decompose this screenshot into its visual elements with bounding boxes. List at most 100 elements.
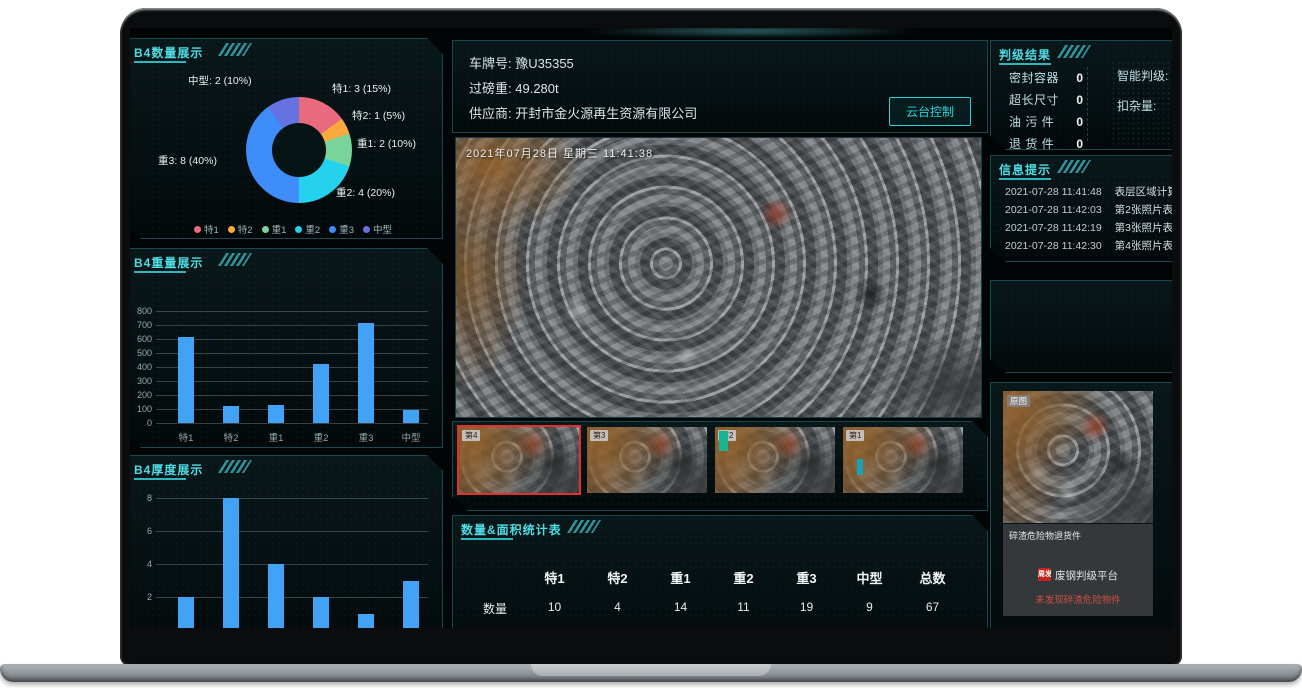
plate-label: 车牌号:	[469, 56, 512, 71]
grading-item: 超长尺寸 0	[1009, 91, 1083, 108]
info-message-panel: 信息提示 2021-07-28 11:41:48 表层区域计算成 2021-07…	[990, 155, 1172, 262]
hazard-result-box: 碎渣危险物退货件 周发废钢判级平台 未发现碎渣危险物件	[1003, 524, 1153, 616]
legend-label: 重2	[305, 222, 320, 236]
panel-deco-icon	[1057, 45, 1091, 58]
th-te2: 特2	[586, 568, 649, 587]
row-label: 数量	[463, 600, 523, 617]
supplier-value: 开封市金火源再生资源有限公司	[515, 106, 697, 121]
supplier-line: 供应商: 开封市金火源再生资源有限公司	[469, 103, 697, 122]
cell: 67	[901, 600, 964, 617]
log-entry: 2021-07-28 11:41:48 表层区域计算成	[1005, 184, 1172, 199]
hazard-warning-text: 未发现碎渣危险物件	[1003, 592, 1153, 606]
log-text: 第4张照片表层开	[1115, 240, 1172, 252]
log-text: 第2张照片表层开	[1115, 204, 1172, 216]
ptz-control-button[interactable]: 云台控制	[889, 97, 971, 126]
pie-label-te2: 特2: 1 (5%)	[352, 108, 405, 123]
legend-dot-icon	[228, 226, 235, 233]
grading-label: 密封容器	[1009, 69, 1065, 86]
original-photo[interactable]: 原图	[1003, 391, 1153, 523]
grading-value: 0	[1076, 71, 1083, 85]
grading-value: 0	[1076, 137, 1083, 151]
legend-item[interactable]: 重2	[295, 222, 320, 236]
thumbnail-photo-4[interactable]: 第4	[459, 427, 579, 493]
plate-line: 车牌号: 豫U35355	[469, 53, 574, 72]
grading-label: 退 货 件	[1009, 135, 1065, 152]
pie-label-zh2: 重2: 4 (20%)	[336, 185, 395, 200]
reserved-panel	[990, 280, 1172, 373]
cell: 4	[586, 600, 649, 617]
grading-item: 油 污 件 0	[1009, 113, 1083, 130]
pie-label-zh3: 重3: 8 (40%)	[158, 153, 217, 168]
table-title: 数量&面积统计表	[461, 521, 562, 538]
detection-marker	[857, 459, 863, 475]
grading-item: 退 货 件 0	[1009, 135, 1083, 152]
thumbnail-photo-1[interactable]: 第1	[843, 427, 963, 493]
camera-timestamp: 2021年07月28日 星期三 11:41:38	[466, 145, 653, 161]
legend-dot-icon	[262, 226, 269, 233]
log-time: 2021-07-28 11:42:19	[1005, 222, 1102, 234]
th-zh2: 重2	[712, 568, 775, 587]
legend-item[interactable]: 重3	[329, 222, 354, 236]
legend-dot-icon	[295, 226, 302, 233]
cell: 10	[523, 600, 586, 617]
th-zh3: 重3	[775, 568, 838, 587]
weigh-value: 49.280t	[515, 81, 558, 96]
grading-value: 0	[1076, 93, 1083, 107]
donut-hole	[272, 123, 326, 177]
log-entry: 2021-07-28 11:42:19 第3张照片表层开	[1005, 220, 1172, 235]
laptop-frame: B4数量展示 中型: 2 (10%) 特1: 3 (15%) 特2: 1 (5%…	[120, 8, 1182, 666]
pie-label-mid: 中型: 2 (10%)	[188, 73, 252, 88]
laptop-base	[0, 664, 1302, 682]
grading-item: 密封容器 0	[1009, 69, 1083, 86]
legend-dot-icon	[194, 226, 201, 233]
log-time: 2021-07-28 11:42:30	[1005, 240, 1102, 252]
legend-label: 中型	[373, 222, 392, 236]
platform-name: 废钢判级平台	[1055, 570, 1118, 582]
th-mid: 中型	[838, 568, 901, 587]
hazard-caption: 碎渣危险物退货件	[1009, 529, 1081, 542]
statistics-table-panel: 数量&面积统计表 特1 特2 重1 重2 重3 中型 总数 数量 10 4 14	[452, 515, 988, 628]
panel-deco-icon	[567, 520, 601, 533]
thumbnail-photo-2[interactable]: 第2	[715, 427, 835, 493]
thickness-panel: B4厚度展示 2468特1特2重1重2重3中型	[130, 455, 443, 628]
weight-bar-chart: 0100200300400500600700800特1特2重1重2重3中型	[130, 249, 442, 447]
legend-label: 重1	[272, 222, 287, 236]
detection-marker	[719, 431, 728, 451]
thumbnail-badge: 第3	[590, 430, 608, 441]
supplier-label: 供应商:	[469, 106, 512, 121]
grading-result-panel: 判级结果 密封容器 0 超长尺寸 0 油 污 件 0 退 货 件 0	[990, 40, 1172, 150]
cell: 19	[775, 600, 838, 617]
grading-panel-title: 判级结果	[999, 46, 1051, 63]
log-entry: 2021-07-28 11:42:30 第4张照片表层开	[1005, 238, 1172, 253]
thickness-bar-chart: 2468特1特2重1重2重3中型	[130, 456, 442, 628]
legend-dot-icon	[363, 226, 370, 233]
cell: 11	[712, 600, 775, 617]
grading-value: 0	[1076, 115, 1083, 129]
legend-item[interactable]: 中型	[363, 222, 392, 236]
divider	[1087, 67, 1088, 141]
chart-legend: 特1 特2 重1 重2 重3 中型	[194, 222, 392, 236]
brand-line: 周发废钢判级平台	[1003, 568, 1153, 583]
table-header-row: 特1 特2 重1 重2 重3 中型 总数	[463, 568, 964, 587]
th-zh1: 重1	[649, 568, 712, 587]
thumbnail-photo-3[interactable]: 第3	[587, 427, 707, 493]
deduction-label: 扣杂量:	[1117, 97, 1156, 114]
cell: 9	[838, 600, 901, 617]
log-time: 2021-07-28 11:41:48	[1005, 186, 1102, 198]
log-text: 第3张照片表层开	[1115, 222, 1172, 234]
table-row-quantity: 数量 10 4 14 11 19 9 67	[463, 600, 964, 617]
hazard-result-panel: 原图 碎渣危险物退货件 周发废钢判级平台 未发现碎渣危险物件	[990, 382, 1172, 628]
th-te1: 特1	[523, 568, 586, 587]
messages-panel-title: 信息提示	[999, 161, 1051, 178]
legend-item[interactable]: 特1	[194, 222, 219, 236]
legend-dot-icon	[329, 226, 336, 233]
legend-item[interactable]: 特2	[228, 222, 253, 236]
legend-item[interactable]: 重1	[262, 222, 287, 236]
panel-deco-icon	[1057, 160, 1091, 173]
weight-line: 过磅重: 49.280t	[469, 78, 559, 97]
quantity-panel: B4数量展示 中型: 2 (10%) 特1: 3 (15%) 特2: 1 (5%…	[130, 38, 443, 239]
laptop-display: B4数量展示 中型: 2 (10%) 特1: 3 (15%) 特2: 1 (5%…	[130, 28, 1172, 628]
pie-label-zh1: 重1: 2 (10%)	[357, 136, 416, 151]
weight-panel: B4重量展示 0100200300400500600700800特1特2重1重2…	[130, 248, 443, 448]
cell: 14	[649, 600, 712, 617]
